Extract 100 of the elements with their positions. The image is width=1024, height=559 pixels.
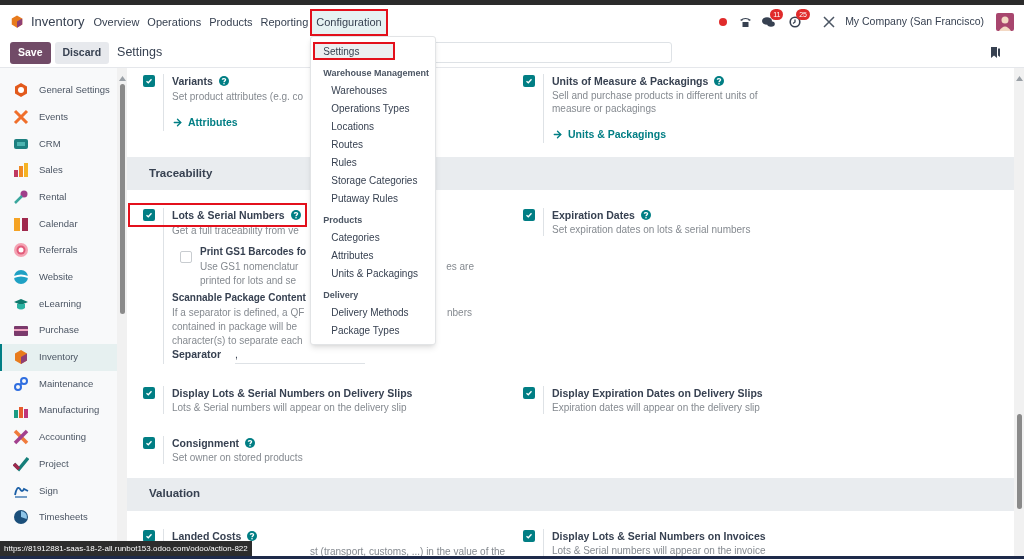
menu-item[interactable]: Rules (311, 153, 436, 172)
sidebar-item[interactable]: Sign (0, 477, 117, 504)
scrollbar-thumb[interactable] (119, 84, 125, 314)
arrow-icon (552, 129, 563, 141)
menu-item[interactable]: Attributes (311, 246, 436, 265)
checkbox[interactable] (143, 75, 155, 87)
help-icon[interactable] (218, 76, 229, 86)
menu-item[interactable]: Routes (311, 135, 436, 154)
sidebar-item[interactable]: Referrals (0, 237, 117, 264)
setting-description: printed for lots and se (200, 273, 297, 288)
check-icon (525, 77, 533, 85)
nav-menu-item[interactable]: Overview (89, 11, 144, 34)
sidebar-item[interactable]: Purchase (0, 317, 117, 344)
check-icon (145, 77, 153, 85)
setting-description: nbers (447, 305, 472, 320)
check-icon (525, 531, 533, 540)
clock-icon[interactable] (789, 15, 802, 28)
menu-item[interactable]: Putaway Rules (311, 189, 436, 208)
app-icon (13, 109, 29, 126)
nav-menu-item[interactable]: Configuration (312, 11, 386, 34)
menu-item[interactable]: Delivery Methods (311, 303, 436, 322)
checkbox[interactable] (523, 386, 535, 399)
company-name[interactable]: My Company (San Francisco) (845, 13, 984, 30)
setting-title: Display Expiration Dates on Delivery Slips (552, 385, 763, 400)
nav-menu-item[interactable]: Reporting (256, 11, 313, 34)
app-icon (13, 242, 29, 259)
setting-description: Use GS1 nomenclatur (200, 259, 299, 274)
checkbox[interactable] (143, 386, 155, 399)
sidebar-item[interactable]: Manufacturing (0, 397, 117, 424)
menu-item[interactable]: Settings (313, 42, 396, 61)
sidebar-item[interactable]: CRM (0, 130, 117, 158)
sidebar-item[interactable]: eLearning (0, 290, 117, 318)
setting-description: Lots & Serial numbers will appear on the delivery slip (172, 400, 408, 414)
sidebar-item[interactable]: Website (0, 263, 117, 291)
help-icon[interactable] (247, 530, 258, 541)
menu-item[interactable]: Package Types (311, 321, 436, 340)
setting-description: Set owner on stored products (172, 450, 304, 464)
menu-item[interactable]: Units & Packagings (311, 264, 436, 283)
sidebar-item[interactable]: Project (0, 450, 117, 478)
app-icon (13, 375, 29, 392)
checkbox[interactable] (523, 529, 535, 542)
separator-field[interactable]: , (235, 346, 366, 364)
check-icon (145, 210, 153, 219)
checkbox[interactable] (523, 208, 535, 221)
toolbar-button[interactable]: Save (10, 41, 51, 64)
checkbox[interactable] (143, 436, 155, 449)
avatar-icon[interactable] (996, 12, 1014, 31)
app-name[interactable]: Inventory (31, 11, 85, 32)
checkbox[interactable] (143, 529, 155, 542)
sidebar-item[interactable]: Timesheets (0, 504, 117, 531)
menu-heading: Products (322, 214, 364, 228)
menu-item[interactable]: Operations Types (311, 99, 436, 118)
sidebar-item[interactable]: General Settings (0, 77, 117, 104)
sidebar-item[interactable]: Maintenance (0, 370, 117, 398)
app-icon (13, 269, 29, 286)
app-icon (13, 455, 29, 472)
settings-link[interactable]: Units & Packagings (552, 127, 667, 143)
setting-title: Units of Measure & Packagings (552, 74, 709, 88)
help-icon[interactable] (290, 209, 301, 220)
help-icon[interactable] (245, 437, 256, 448)
phone-icon[interactable] (739, 15, 753, 28)
app-icon (13, 349, 29, 366)
bookmark-icon[interactable] (991, 47, 1000, 58)
app-logo-icon[interactable] (10, 14, 24, 29)
nav-menu-item[interactable]: Products (205, 11, 257, 34)
menu-heading: Warehouse Management (322, 67, 430, 81)
option-title: Print GS1 Barcodes fo (200, 244, 307, 259)
sidebar-item[interactable]: Calendar (0, 210, 117, 238)
checkbox[interactable] (143, 208, 155, 221)
setting-description: Expiration dates will appear on the delivery slip (552, 400, 761, 414)
toolbar-button[interactable]: Discard (54, 41, 110, 64)
scrollbar-thumb[interactable] (1016, 414, 1022, 509)
menu-item[interactable]: Storage Categories (311, 171, 436, 190)
setting-title: Variants (172, 74, 213, 88)
setting-description: If a separator is defined, a QF (172, 305, 305, 320)
sidebar-item[interactable]: Sales (0, 157, 117, 184)
setting-description: Lots & Serial numbers will appear on the invoice (552, 543, 766, 557)
sidebar-item[interactable]: Inventory (0, 343, 117, 371)
menu-item[interactable]: Categories (311, 228, 436, 247)
checkbox[interactable] (523, 75, 535, 87)
setting-description: es are (446, 259, 474, 274)
menu-item[interactable]: Warehouses (311, 81, 436, 100)
check-icon (145, 531, 153, 540)
chat-icon[interactable] (762, 15, 776, 28)
app-icon (13, 82, 29, 99)
section-header: Valuation (127, 477, 1014, 511)
app-icon (13, 162, 29, 179)
nav-menu-item[interactable]: Operations (143, 11, 206, 34)
sidebar-item[interactable]: Rental (0, 183, 117, 211)
help-icon[interactable] (640, 209, 651, 220)
setting-title: Consignment (172, 435, 240, 450)
help-icon[interactable] (714, 76, 725, 86)
setting-description: Set product attributes (e.g. co (172, 90, 304, 104)
app-icon (13, 215, 29, 232)
menu-item[interactable]: Locations (311, 117, 436, 136)
checkbox[interactable] (180, 250, 192, 263)
sidebar-item[interactable]: Accounting (0, 423, 117, 451)
settings-link[interactable]: Attributes (172, 115, 238, 131)
sidebar-item[interactable]: Events (0, 103, 117, 131)
setting-description: character(s) to separate each (172, 333, 303, 348)
